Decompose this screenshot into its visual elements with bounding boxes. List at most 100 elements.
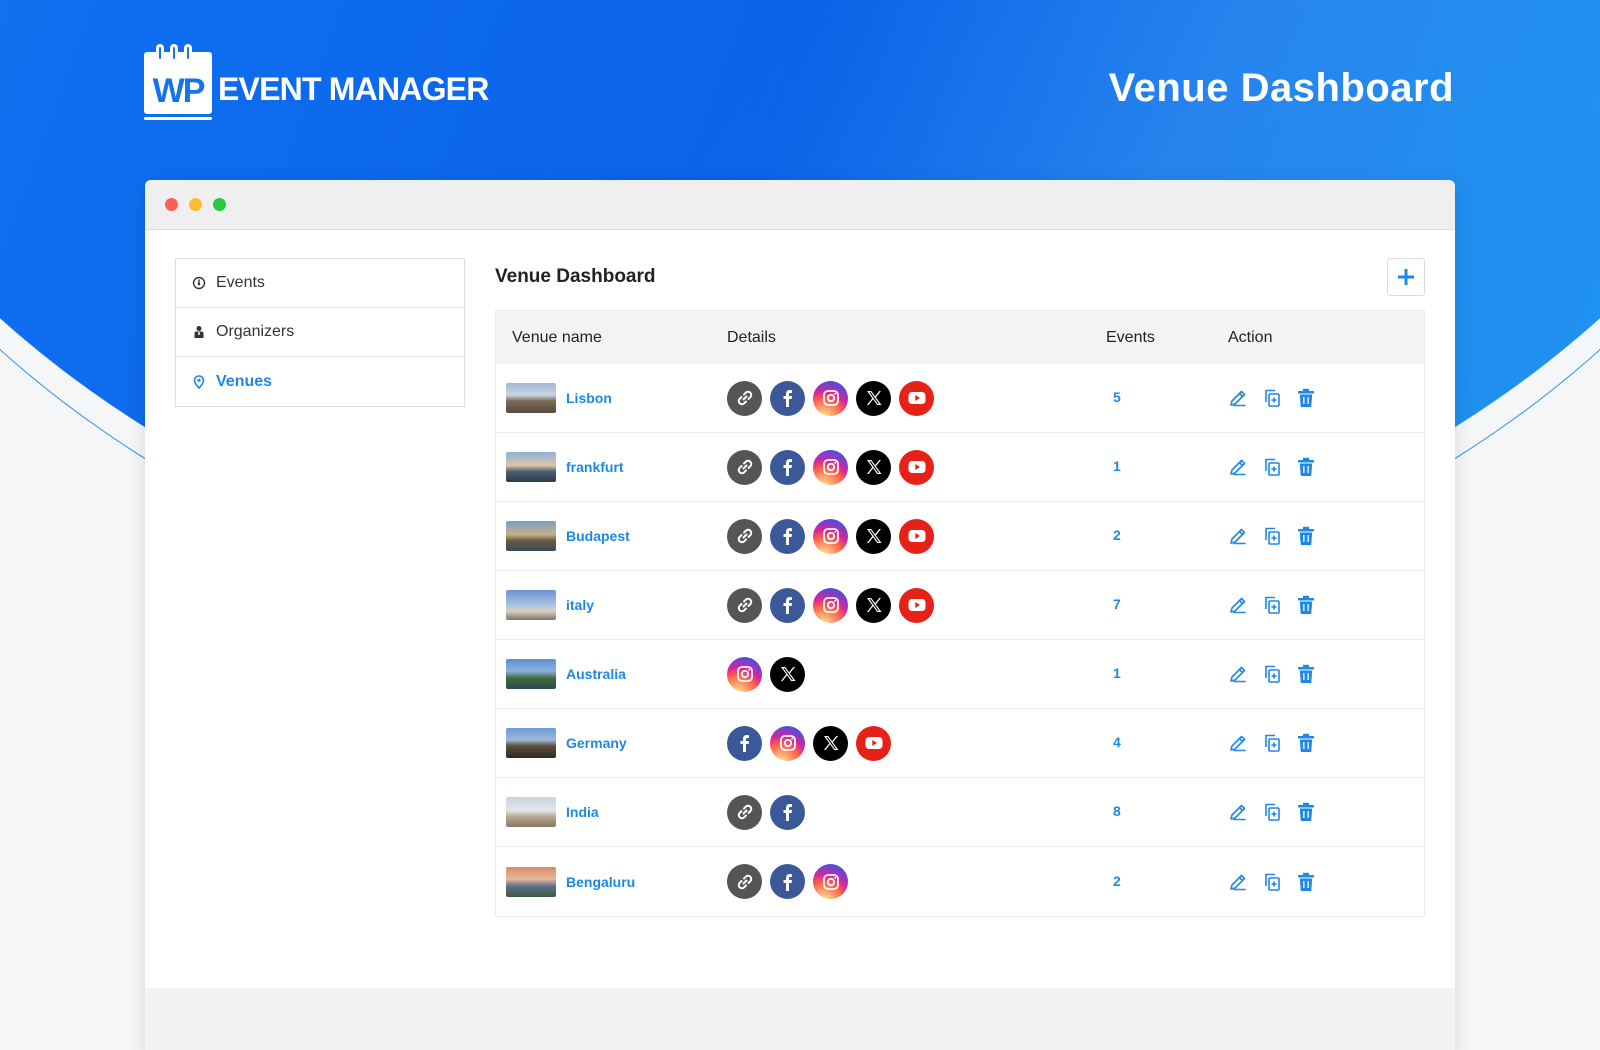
sidebar-item-venues[interactable]: Venues bbox=[176, 357, 464, 406]
youtube-icon[interactable] bbox=[899, 587, 934, 623]
x-twitter-icon[interactable] bbox=[813, 725, 848, 761]
edit-button[interactable] bbox=[1228, 872, 1248, 892]
delete-button[interactable] bbox=[1296, 802, 1316, 822]
youtube-icon[interactable] bbox=[856, 725, 891, 761]
edit-icon bbox=[1228, 802, 1248, 822]
x-twitter-icon[interactable] bbox=[856, 449, 891, 485]
delete-button[interactable] bbox=[1296, 388, 1316, 408]
facebook-icon[interactable] bbox=[770, 449, 805, 485]
venue-name-link[interactable]: India bbox=[566, 804, 599, 820]
duplicate-button[interactable] bbox=[1262, 733, 1282, 753]
venue-name-link[interactable]: Lisbon bbox=[566, 390, 612, 406]
sidebar-item-organizers[interactable]: Organizers bbox=[176, 308, 464, 357]
youtube-icon[interactable] bbox=[899, 449, 934, 485]
edit-icon bbox=[1228, 388, 1248, 408]
facebook-icon[interactable] bbox=[727, 725, 762, 761]
venue-event-count[interactable]: 5 bbox=[1104, 389, 1121, 405]
column-header-details: Details bbox=[727, 328, 776, 346]
duplicate-button[interactable] bbox=[1262, 526, 1282, 546]
edit-button[interactable] bbox=[1228, 526, 1248, 546]
venue-event-count[interactable]: 2 bbox=[1104, 873, 1121, 889]
venue-table: Venue name Details Events Action Lisbon … bbox=[495, 310, 1425, 917]
youtube-icon[interactable] bbox=[899, 518, 934, 554]
x-twitter-icon[interactable] bbox=[770, 656, 805, 692]
x-twitter-icon[interactable] bbox=[856, 518, 891, 554]
delete-button[interactable] bbox=[1296, 664, 1316, 684]
venue-event-count[interactable]: 4 bbox=[1104, 734, 1121, 750]
venue-event-count[interactable]: 1 bbox=[1104, 458, 1121, 474]
instagram-icon[interactable] bbox=[770, 725, 805, 761]
edit-button[interactable] bbox=[1228, 457, 1248, 477]
instagram-icon[interactable] bbox=[813, 587, 848, 623]
venue-name-link[interactable]: Bengaluru bbox=[566, 874, 635, 890]
window-close-button[interactable] bbox=[165, 198, 178, 211]
plus-icon bbox=[1398, 269, 1414, 285]
venue-name-link[interactable]: Australia bbox=[566, 666, 626, 682]
duplicate-button[interactable] bbox=[1262, 802, 1282, 822]
facebook-icon[interactable] bbox=[770, 380, 805, 416]
table-row: Australia 1 bbox=[496, 640, 1424, 709]
add-venue-button[interactable] bbox=[1387, 258, 1425, 296]
hero-title: Venue Dashboard bbox=[1108, 66, 1454, 110]
x-twitter-icon[interactable] bbox=[856, 380, 891, 416]
link-icon[interactable] bbox=[727, 587, 762, 623]
venue-event-count[interactable]: 2 bbox=[1104, 527, 1121, 543]
facebook-icon[interactable] bbox=[770, 587, 805, 623]
facebook-icon[interactable] bbox=[770, 864, 805, 899]
column-header-events[interactable]: Events bbox=[1104, 329, 1228, 347]
link-icon[interactable] bbox=[727, 518, 762, 554]
edit-icon bbox=[1228, 595, 1248, 615]
wp-logo-mark: WP bbox=[144, 44, 212, 120]
edit-button[interactable] bbox=[1228, 595, 1248, 615]
sidebar-item-events[interactable]: Events bbox=[176, 259, 464, 308]
venue-event-count[interactable]: 7 bbox=[1104, 596, 1121, 612]
table-row: Bengaluru 2 bbox=[496, 847, 1424, 916]
app-window: Events Organizers Venues Venue Dashboard… bbox=[145, 180, 1455, 1050]
instagram-icon[interactable] bbox=[727, 656, 762, 692]
column-header-venue-name[interactable]: Venue name bbox=[496, 329, 727, 347]
venue-event-count[interactable]: 8 bbox=[1104, 803, 1121, 819]
sidebar-item-label: Venues bbox=[216, 372, 273, 390]
instagram-icon[interactable] bbox=[813, 449, 848, 485]
facebook-icon[interactable] bbox=[770, 518, 805, 554]
delete-button[interactable] bbox=[1296, 457, 1316, 477]
instagram-icon[interactable] bbox=[813, 380, 848, 416]
brand-logo: WP EVENT MANAGER bbox=[144, 44, 489, 120]
instagram-icon[interactable] bbox=[813, 864, 848, 899]
link-icon[interactable] bbox=[727, 864, 762, 899]
link-icon[interactable] bbox=[727, 449, 762, 485]
venue-thumbnail bbox=[506, 866, 556, 897]
duplicate-button[interactable] bbox=[1262, 388, 1282, 408]
duplicate-button[interactable] bbox=[1262, 664, 1282, 684]
venue-name-link[interactable]: italy bbox=[566, 597, 594, 613]
delete-button[interactable] bbox=[1296, 872, 1316, 892]
link-icon[interactable] bbox=[727, 794, 762, 830]
youtube-icon[interactable] bbox=[899, 380, 934, 416]
delete-button[interactable] bbox=[1296, 733, 1316, 753]
edit-button[interactable] bbox=[1228, 802, 1248, 822]
delete-icon bbox=[1297, 802, 1315, 822]
edit-button[interactable] bbox=[1228, 388, 1248, 408]
duplicate-button[interactable] bbox=[1262, 595, 1282, 615]
instagram-icon[interactable] bbox=[813, 518, 848, 554]
edit-button[interactable] bbox=[1228, 664, 1248, 684]
venue-name-link[interactable]: Budapest bbox=[566, 528, 630, 544]
window-maximize-button[interactable] bbox=[213, 198, 226, 211]
window-minimize-button[interactable] bbox=[189, 198, 202, 211]
venue-name-link[interactable]: frankfurt bbox=[566, 459, 624, 475]
venue-social-links bbox=[727, 656, 1104, 692]
facebook-icon[interactable] bbox=[770, 794, 805, 830]
brand-name: EVENT MANAGER bbox=[218, 70, 489, 107]
duplicate-button[interactable] bbox=[1262, 457, 1282, 477]
venue-name-link[interactable]: Germany bbox=[566, 735, 627, 751]
x-twitter-icon[interactable] bbox=[856, 587, 891, 623]
venue-thumbnail bbox=[506, 521, 556, 551]
delete-button[interactable] bbox=[1296, 526, 1316, 546]
venue-event-count[interactable]: 1 bbox=[1104, 665, 1121, 681]
table-header: Venue name Details Events Action bbox=[496, 311, 1424, 364]
edit-button[interactable] bbox=[1228, 733, 1248, 753]
duplicate-button[interactable] bbox=[1262, 872, 1282, 892]
link-icon[interactable] bbox=[727, 380, 762, 416]
delete-button[interactable] bbox=[1296, 595, 1316, 615]
venue-social-links bbox=[727, 864, 1104, 899]
